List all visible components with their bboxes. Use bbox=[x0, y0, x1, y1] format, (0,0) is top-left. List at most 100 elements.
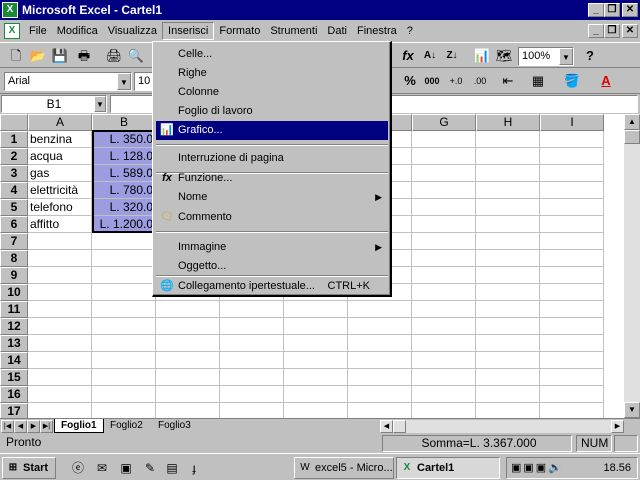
menu-strumenti[interactable]: Strumenti bbox=[265, 23, 322, 39]
cell[interactable] bbox=[476, 233, 540, 250]
desktop-icon[interactable]: ▣ bbox=[118, 460, 134, 476]
cell[interactable] bbox=[540, 267, 604, 284]
cell[interactable] bbox=[540, 369, 604, 386]
column-header-g[interactable]: G bbox=[412, 114, 476, 131]
first-sheet-icon[interactable]: |◀ bbox=[1, 420, 14, 433]
menu-item-nome[interactable]: Nome ▶ bbox=[156, 188, 388, 207]
sort-ascending-icon[interactable]: A↓ bbox=[420, 46, 440, 66]
column-header-h[interactable]: H bbox=[476, 114, 540, 131]
cell[interactable]: elettricità bbox=[28, 182, 92, 199]
cell[interactable] bbox=[412, 165, 476, 182]
cell[interactable] bbox=[540, 335, 604, 352]
cell[interactable]: L. 780.0 bbox=[92, 182, 156, 199]
cell[interactable] bbox=[28, 318, 92, 335]
cell[interactable] bbox=[348, 386, 412, 403]
cell[interactable] bbox=[220, 318, 284, 335]
cell[interactable] bbox=[476, 369, 540, 386]
fill-color-icon[interactable]: 🪣 bbox=[562, 71, 582, 91]
menu-visualizza[interactable]: Visualizza bbox=[103, 23, 162, 39]
sheet-tab-foglio3[interactable]: Foglio3 bbox=[152, 419, 197, 433]
cell[interactable] bbox=[28, 284, 92, 301]
cell[interactable] bbox=[156, 352, 220, 369]
row-header[interactable]: 12 bbox=[0, 318, 28, 335]
cell[interactable] bbox=[476, 301, 540, 318]
map-icon[interactable]: 🗺 bbox=[494, 46, 514, 66]
cell[interactable] bbox=[412, 369, 476, 386]
menu-formato[interactable]: Formato bbox=[214, 23, 265, 39]
cell[interactable] bbox=[156, 335, 220, 352]
cell[interactable] bbox=[412, 352, 476, 369]
menu-item-immagine[interactable]: Immagine ▶ bbox=[156, 238, 388, 257]
cell[interactable]: acqua bbox=[28, 148, 92, 165]
scroll-up-icon[interactable]: ▲ bbox=[624, 114, 640, 130]
workbook-icon[interactable]: X bbox=[4, 22, 20, 39]
menu-help[interactable]: ? bbox=[402, 23, 418, 39]
cell[interactable] bbox=[284, 386, 348, 403]
cell[interactable] bbox=[28, 301, 92, 318]
sheet-tab-foglio1[interactable]: Foglio1 bbox=[54, 419, 104, 433]
cell[interactable] bbox=[92, 318, 156, 335]
scroll-down-icon[interactable]: ▼ bbox=[624, 402, 640, 418]
print-icon[interactable]: 🖶 bbox=[74, 46, 94, 66]
cell[interactable] bbox=[540, 131, 604, 148]
row-header[interactable]: 11 bbox=[0, 301, 28, 318]
cell[interactable] bbox=[476, 131, 540, 148]
cell[interactable] bbox=[28, 233, 92, 250]
menu-modifica[interactable]: Modifica bbox=[52, 23, 103, 39]
cell[interactable] bbox=[412, 250, 476, 267]
cell[interactable] bbox=[156, 386, 220, 403]
chevron-down-icon[interactable]: ▼ bbox=[94, 96, 106, 112]
zoom-select[interactable]: 100% ▼ bbox=[518, 47, 574, 66]
prev-sheet-icon[interactable]: ◀ bbox=[14, 420, 27, 433]
spelling-icon[interactable]: 🔍 bbox=[126, 46, 146, 66]
cell[interactable] bbox=[156, 301, 220, 318]
doc-minimize-button[interactable]: _ bbox=[588, 23, 604, 38]
cell[interactable]: L. 1.200.0 bbox=[92, 216, 156, 233]
maximize-button[interactable]: ❐ bbox=[604, 3, 620, 17]
cell[interactable]: gas bbox=[28, 165, 92, 182]
tool-icon[interactable]: ɟ bbox=[186, 460, 202, 476]
outlook-icon[interactable]: ✉ bbox=[94, 460, 110, 476]
cell[interactable] bbox=[412, 148, 476, 165]
tray-icons[interactable]: ▣▣▣🔊 bbox=[511, 462, 564, 474]
cell[interactable] bbox=[540, 216, 604, 233]
chevron-down-icon[interactable]: ▼ bbox=[117, 73, 131, 90]
cell[interactable] bbox=[28, 352, 92, 369]
chevron-down-icon[interactable]: ▼ bbox=[559, 48, 573, 65]
menu-file[interactable]: File bbox=[24, 23, 52, 39]
cell[interactable] bbox=[220, 403, 284, 418]
row-header[interactable]: 4 bbox=[0, 182, 28, 199]
chart-wizard-icon[interactable]: 📊 bbox=[472, 46, 492, 66]
cell[interactable] bbox=[28, 369, 92, 386]
column-header-a[interactable]: A bbox=[28, 114, 92, 131]
cell[interactable] bbox=[284, 352, 348, 369]
cell[interactable]: L. 350.0 bbox=[92, 131, 156, 148]
menu-item-oggetto[interactable]: Oggetto... bbox=[156, 257, 388, 276]
cell[interactable] bbox=[28, 386, 92, 403]
menu-item-celle[interactable]: Celle... bbox=[156, 45, 388, 64]
scroll-left-icon[interactable]: ◀ bbox=[380, 420, 393, 433]
row-header[interactable]: 10 bbox=[0, 284, 28, 301]
row-header[interactable]: 15 bbox=[0, 369, 28, 386]
menu-item-interruzione[interactable]: Interruzione di pagina bbox=[156, 149, 388, 168]
cell[interactable] bbox=[540, 199, 604, 216]
column-header-i[interactable]: I bbox=[540, 114, 604, 131]
cell[interactable] bbox=[412, 182, 476, 199]
cell[interactable]: benzina bbox=[28, 131, 92, 148]
cell[interactable] bbox=[284, 335, 348, 352]
explorer-icon[interactable]: ▤ bbox=[164, 460, 180, 476]
cell[interactable] bbox=[412, 318, 476, 335]
cell[interactable] bbox=[348, 318, 412, 335]
notepad-icon[interactable]: ✎ bbox=[142, 460, 158, 476]
cell[interactable] bbox=[412, 335, 476, 352]
help-icon[interactable]: ? bbox=[580, 46, 600, 66]
cell[interactable] bbox=[284, 369, 348, 386]
open-folder-icon[interactable]: 📂 bbox=[28, 46, 48, 66]
cell[interactable] bbox=[284, 318, 348, 335]
cell[interactable] bbox=[412, 233, 476, 250]
task-excel5[interactable]: W excel5 - Micro... bbox=[294, 457, 394, 479]
increase-decimal-icon[interactable]: +.0 bbox=[446, 71, 466, 91]
excel-app-icon[interactable]: X bbox=[2, 2, 18, 18]
cell[interactable]: L. 320.0 bbox=[92, 199, 156, 216]
horizontal-scrollbar[interactable]: ◀ ▶ bbox=[380, 420, 624, 433]
